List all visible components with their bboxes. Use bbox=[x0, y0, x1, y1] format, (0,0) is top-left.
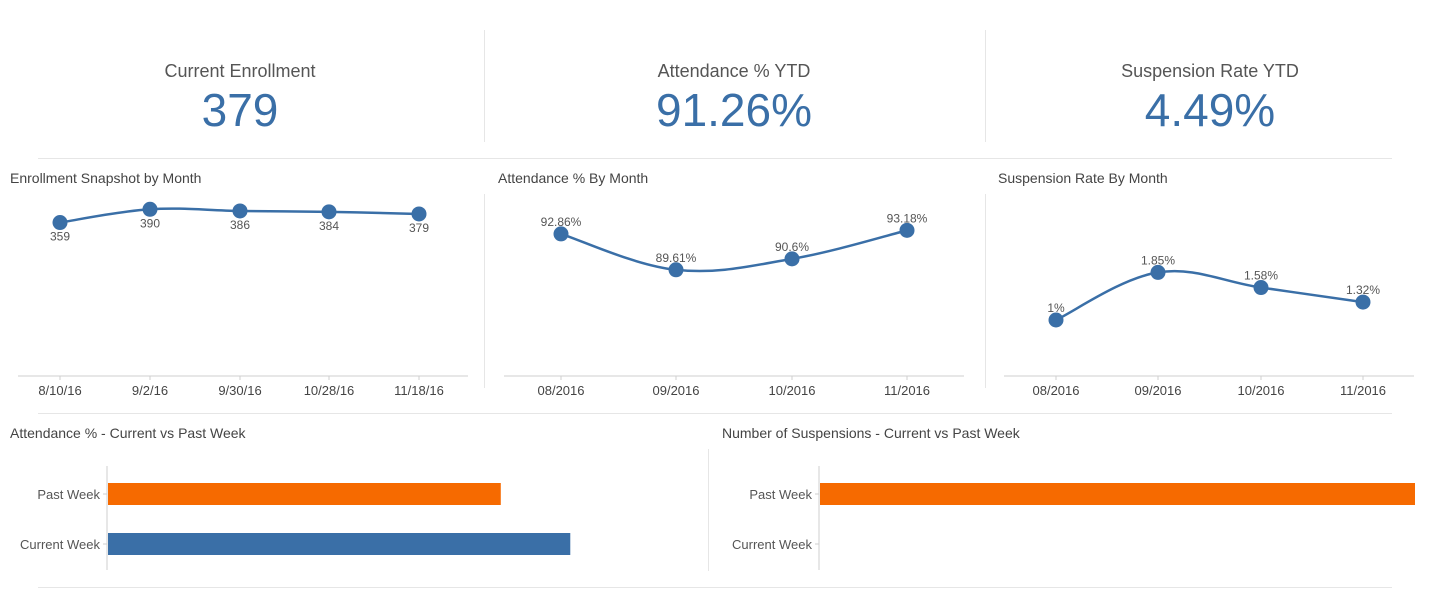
enrollment-data-label: 386 bbox=[230, 218, 250, 232]
suspension-series-line bbox=[1055, 269, 1364, 322]
attendance-week-category-label: Current Week bbox=[20, 537, 100, 552]
attendance-week-bar bbox=[108, 483, 501, 505]
suspension-x-tick-label: 08/2016 bbox=[1033, 383, 1080, 398]
enrollment-point bbox=[142, 201, 158, 217]
attendance-x-tick-label: 10/2016 bbox=[769, 383, 816, 398]
enrollment-point bbox=[52, 215, 68, 231]
suspensions-week-category-label: Past Week bbox=[749, 487, 812, 502]
enrollment-data-label: 390 bbox=[140, 216, 160, 230]
enrollment-point bbox=[232, 203, 248, 219]
enrollment-line-chart: 359 8/10/16 390 9/2/16 386 9/30/16 384 10/28/16… bbox=[18, 201, 1415, 570]
suspension-x-tick-label: 10/2016 bbox=[1238, 383, 1285, 398]
attendance-data-label: 92.86% bbox=[541, 215, 582, 229]
enrollment-x-tick-label: 11/18/16 bbox=[394, 383, 444, 398]
suspension-x-tick-label: 11/2016 bbox=[1340, 383, 1386, 398]
suspensions-week-bar bbox=[820, 483, 1415, 505]
suspension-data-label: 1.58% bbox=[1244, 269, 1278, 283]
attendance-x-tick-label: 11/2016 bbox=[884, 383, 930, 398]
enrollment-point bbox=[411, 206, 427, 222]
suspensions-week-category-label: Current Week bbox=[732, 537, 812, 552]
enrollment-x-tick-label: 8/10/16 bbox=[38, 383, 81, 398]
suspension-x-tick-label: 09/2016 bbox=[1135, 383, 1182, 398]
attendance-x-tick-label: 09/2016 bbox=[653, 383, 700, 398]
attendance-data-label: 89.61% bbox=[656, 251, 697, 265]
attendance-data-label: 90.6% bbox=[775, 240, 809, 254]
enrollment-x-tick-label: 9/2/16 bbox=[132, 383, 168, 398]
suspension-data-label: 1.85% bbox=[1141, 253, 1175, 267]
suspension-data-label: 1.32% bbox=[1346, 283, 1380, 297]
attendance-data-label: 93.18% bbox=[887, 211, 928, 225]
enrollment-data-label: 359 bbox=[50, 230, 70, 244]
attendance-series-line bbox=[560, 229, 908, 273]
enrollment-x-tick-label: 9/30/16 bbox=[218, 383, 261, 398]
enrollment-data-label: 379 bbox=[409, 221, 429, 235]
enrollment-data-label: 384 bbox=[319, 219, 339, 233]
attendance-week-category-label: Past Week bbox=[37, 487, 100, 502]
attendance-week-bar bbox=[108, 533, 571, 555]
suspension-data-label: 1% bbox=[1047, 301, 1065, 315]
attendance-x-tick-label: 08/2016 bbox=[538, 383, 585, 398]
enrollment-x-tick-label: 10/28/16 bbox=[304, 383, 355, 398]
enrollment-point bbox=[321, 204, 337, 220]
